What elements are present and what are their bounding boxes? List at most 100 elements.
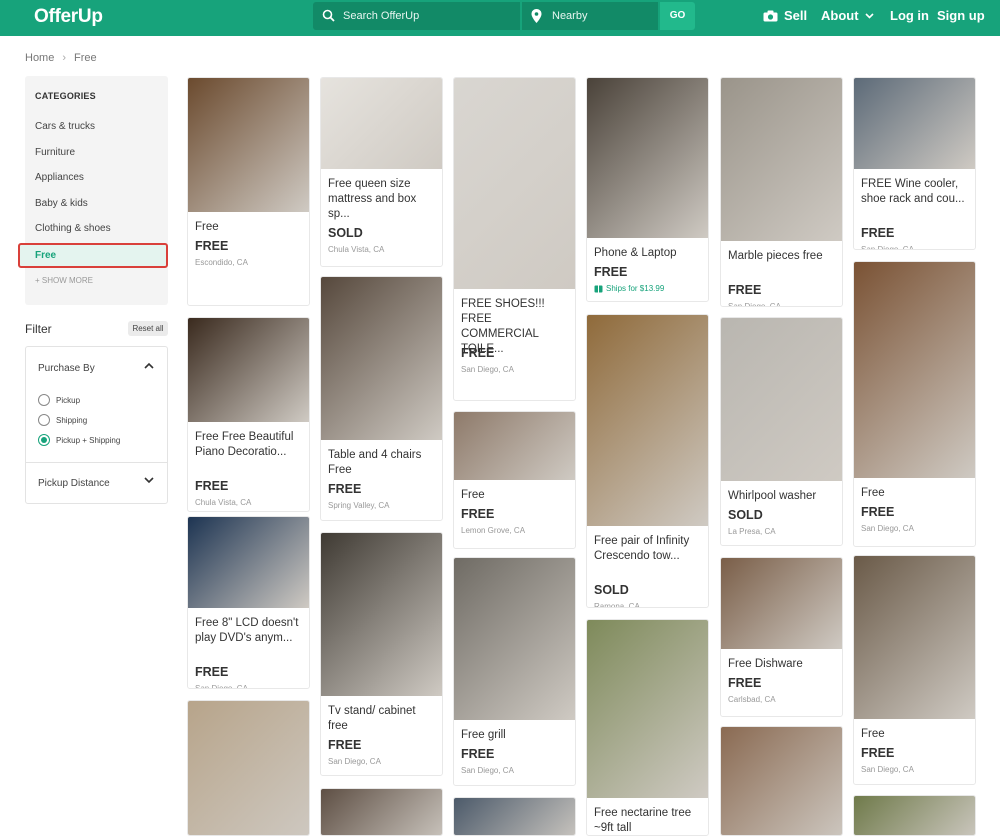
listing-card[interactable]: Free FREE San Diego, CA [853, 555, 976, 785]
listing-image[interactable] [188, 318, 309, 422]
listing-card[interactable] [853, 795, 976, 836]
listing-title[interactable]: Tv stand/ cabinet free [328, 704, 438, 734]
listing-card[interactable]: FREE Wine cooler, shoe rack and cou... FR… [853, 77, 976, 250]
category-furniture[interactable]: Furniture [35, 147, 75, 158]
about-label: About [821, 8, 859, 23]
listing-title[interactable]: Free [861, 486, 971, 501]
listing-image[interactable] [321, 78, 442, 169]
listing-image[interactable] [188, 78, 309, 212]
chevron-up-icon[interactable] [144, 362, 154, 369]
listing-title[interactable]: Free queen size mattress and box sp... [328, 177, 438, 222]
listing-title[interactable]: Free pair of Infinity Crescendo tow... [594, 534, 704, 564]
listing-card[interactable]: Free pair of Infinity Crescendo tow... SO… [586, 314, 709, 608]
listing-image[interactable] [721, 318, 842, 481]
category-baby-kids[interactable]: Baby & kids [35, 198, 88, 209]
purchase-by-header[interactable]: Purchase By [38, 363, 95, 374]
listing-image[interactable] [721, 558, 842, 649]
listing-title[interactable]: Phone & Laptop [594, 246, 704, 261]
listing-card[interactable]: Marble pieces free FREE San Diego, CA [720, 77, 843, 307]
listing-card[interactable]: Whirlpool washer SOLD La Presa, CA [720, 317, 843, 546]
listing-title[interactable]: Whirlpool washer [728, 489, 838, 504]
listing-title[interactable]: Free Dishware [728, 657, 838, 672]
pickup-distance-header[interactable]: Pickup Distance [38, 478, 110, 489]
breadcrumb-current: Free [74, 52, 97, 64]
sell-link[interactable]: Sell [763, 8, 807, 23]
listing-price: FREE [594, 265, 628, 279]
listing-image[interactable] [721, 727, 842, 835]
listing-image[interactable] [188, 517, 309, 608]
listing-card[interactable]: Free Free Beautiful Piano Decoratio... FR… [187, 317, 310, 512]
listing-image[interactable] [854, 556, 975, 719]
listing-image[interactable] [321, 789, 442, 835]
chevron-down-icon [864, 12, 874, 19]
radio-pickup-shipping-label: Pickup + Shipping [56, 435, 121, 445]
listing-title[interactable]: Free 8" LCD doesn't play DVD's anym... [195, 616, 305, 646]
listing-title[interactable]: Free [195, 220, 305, 235]
listing-card[interactable]: Table and 4 chairs Free FREE Spring Valley… [320, 276, 443, 521]
listing-card[interactable]: Phone & Laptop FREE Ships for $13.99 [586, 77, 709, 302]
listing-card[interactable] [720, 726, 843, 836]
listing-card[interactable]: Free FREE Escondido, CA [187, 77, 310, 306]
radio-pickup[interactable]: Pickup [38, 394, 80, 406]
listing-image[interactable] [454, 412, 575, 480]
categories-title: CATEGORIES [35, 91, 96, 101]
listing-card[interactable]: Free FREE San Diego, CA [853, 261, 976, 547]
listing-image[interactable] [587, 78, 708, 238]
category-free-label: Free [35, 250, 57, 261]
about-menu[interactable]: About [821, 8, 874, 23]
category-clothing-shoes[interactable]: Clothing & shoes [35, 223, 111, 234]
listing-title[interactable]: Free Free Beautiful Piano Decoratio... [195, 430, 305, 460]
listing-image[interactable] [721, 78, 842, 241]
listing-card[interactable]: FREE SHOES!!! FREE COMMERCIAL TOILE... FR… [453, 77, 576, 401]
listing-card[interactable]: Free 8" LCD doesn't play DVD's anym... FR… [187, 516, 310, 689]
listing-image[interactable] [454, 558, 575, 720]
listing-card[interactable]: Free grill FREE San Diego, CA [453, 557, 576, 786]
listing-image[interactable] [854, 796, 975, 835]
offerup-logo[interactable]: OfferUp [34, 6, 103, 28]
listing-card[interactable] [187, 700, 310, 836]
listing-title[interactable]: Free grill [461, 728, 571, 743]
listing-title[interactable]: Free [461, 488, 571, 503]
radio-shipping-label: Shipping [56, 415, 88, 425]
radio-pickup-shipping[interactable]: Pickup + Shipping [38, 434, 120, 446]
login-link[interactable]: Log in [890, 8, 929, 23]
listing-location: San Diego, CA [861, 524, 914, 533]
listing-image[interactable] [454, 798, 575, 835]
listing-card[interactable] [453, 797, 576, 836]
listing-card[interactable]: Free Dishware FREE Carlsbad, CA [720, 557, 843, 717]
listing-image[interactable] [188, 701, 309, 835]
radio-shipping[interactable]: Shipping [38, 414, 87, 426]
chevron-down-icon[interactable] [144, 477, 154, 484]
listing-location: Lemon Grove, CA [461, 526, 526, 535]
listing-image[interactable] [321, 533, 442, 696]
listing-title[interactable]: Free nectarine tree ~9ft tall [594, 806, 704, 835]
reset-all-button[interactable]: Reset all [128, 321, 168, 336]
listing-image[interactable] [587, 620, 708, 798]
listing-image[interactable] [454, 78, 575, 289]
signup-link[interactable]: Sign up [937, 8, 985, 23]
search-input[interactable]: Search OfferUp [313, 2, 520, 30]
listing-image[interactable] [854, 262, 975, 478]
location-input[interactable]: Nearby [522, 2, 658, 30]
category-free-selected[interactable]: Free [18, 243, 168, 268]
listing-image[interactable] [587, 315, 708, 526]
category-appliances[interactable]: Appliances [35, 172, 84, 183]
listing-image[interactable] [854, 78, 975, 169]
listing-title[interactable]: Free [861, 727, 971, 742]
listing-image[interactable] [321, 277, 442, 440]
listing-card[interactable]: Free nectarine tree ~9ft tall [586, 619, 709, 836]
listing-card[interactable]: Tv stand/ cabinet free FREE San Diego, CA [320, 532, 443, 776]
listing-location: Chula Vista, CA [195, 498, 252, 507]
listing-title[interactable]: Marble pieces free [728, 249, 838, 264]
go-button[interactable]: GO [660, 2, 695, 30]
show-more-link[interactable]: + SHOW MORE [35, 276, 93, 285]
listing-card[interactable]: Free FREE Lemon Grove, CA [453, 411, 576, 549]
category-cars-trucks[interactable]: Cars & trucks [35, 121, 95, 132]
listing-title[interactable]: FREE Wine cooler, shoe rack and cou... [861, 177, 971, 207]
listing-card[interactable]: Free queen size mattress and box sp... SO… [320, 77, 443, 267]
listing-title[interactable]: Table and 4 chairs Free [328, 448, 438, 478]
listing-card[interactable] [320, 788, 443, 836]
divider [26, 462, 167, 463]
breadcrumb-home[interactable]: Home [25, 52, 54, 64]
listing-price: FREE [195, 479, 229, 493]
